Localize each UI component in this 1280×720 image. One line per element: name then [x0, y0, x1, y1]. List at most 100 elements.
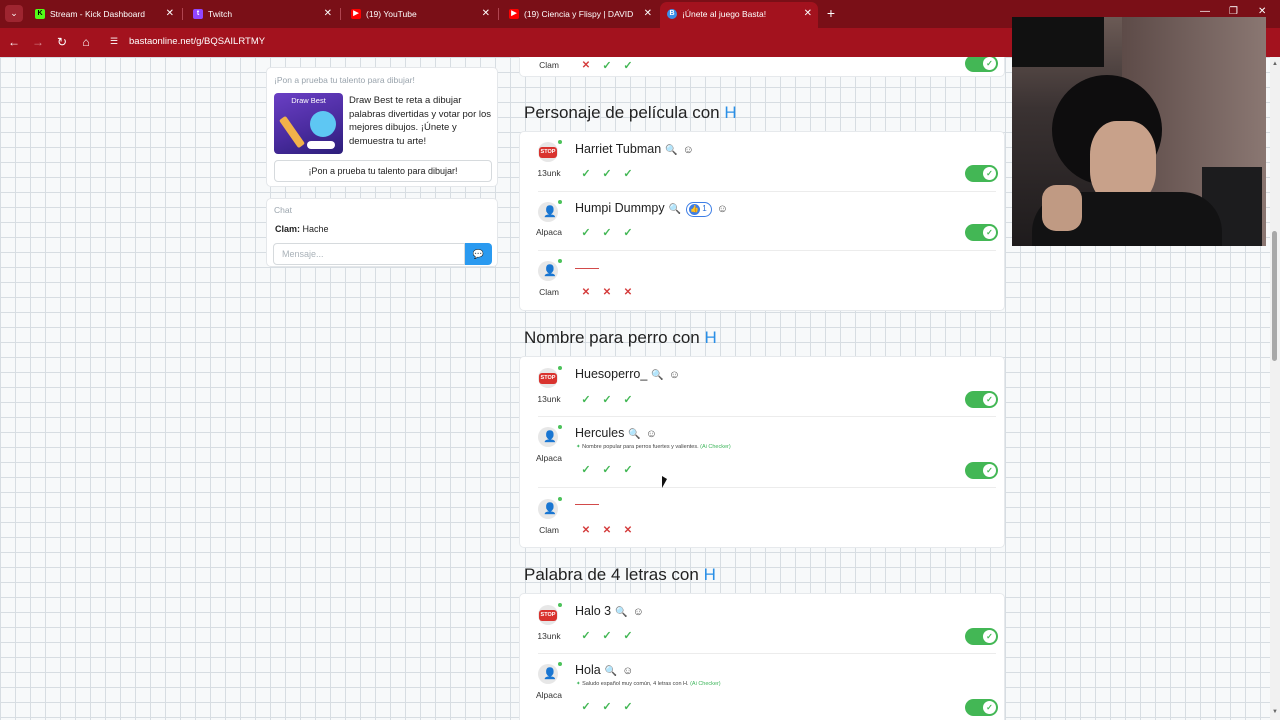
send-message-button[interactable]: 💬 — [465, 243, 492, 265]
valid-vote-icon[interactable]: ✓ — [601, 464, 613, 476]
search-icon[interactable]: 🔍 — [669, 204, 681, 215]
valid-vote-icon[interactable]: ✓ — [622, 394, 634, 406]
smiley-icon[interactable]: ☺ — [683, 144, 694, 156]
close-icon[interactable]: ✕ — [166, 3, 174, 25]
valid-vote-icon[interactable]: ✓ — [601, 394, 613, 406]
scroll-down-icon[interactable]: ▼ — [1272, 709, 1278, 715]
draw-best-thumbnail[interactable]: Draw Best — [274, 93, 343, 154]
url-text: bastaonline.net/g/BQSAILRTMY — [129, 36, 266, 47]
tab-basta[interactable]: B ¡Únete al juego Basta! ✕ — [660, 2, 818, 28]
invalid-vote-icon[interactable]: ✕ — [580, 287, 592, 299]
smiley-icon[interactable]: ☺ — [717, 203, 728, 215]
reload-icon[interactable]: ↻ — [54, 34, 70, 50]
search-icon[interactable]: 🔍 — [628, 429, 640, 440]
valid-vote-icon[interactable]: ✓ — [622, 630, 634, 642]
valid-vote-icon[interactable]: ✓ — [622, 701, 634, 713]
valid-vote-icon[interactable]: ✓ — [580, 394, 592, 406]
answer-card: STOP 13unk Huesoperro_ 🔍 ☺ ✓ ✓ ✓ ✓ 👤 Alpac… — [519, 356, 1005, 548]
invalid-vote-icon[interactable]: ✕ — [580, 60, 592, 72]
chat-message-input[interactable]: Mensaje... — [273, 243, 465, 265]
invalid-vote-icon[interactable]: ✕ — [601, 525, 613, 537]
forward-icon[interactable]: → — [30, 34, 46, 50]
answer-row: 👤 Clam ✕ ✕ ✕ — [520, 251, 1006, 311]
close-icon[interactable]: ✕ — [644, 3, 652, 25]
smiley-icon[interactable]: ☺ — [633, 606, 644, 618]
scroll-up-icon[interactable]: ▲ — [1272, 61, 1278, 67]
chat-message: Clam: Hache — [275, 224, 329, 234]
category-letter: H — [724, 103, 737, 122]
scrollbar-thumb[interactable] — [1272, 231, 1277, 361]
valid-vote-icon[interactable]: ✓ — [580, 168, 592, 180]
close-icon[interactable]: ✕ — [482, 3, 490, 25]
valid-vote-icon[interactable]: ✓ — [622, 168, 634, 180]
invalid-vote-icon[interactable]: ✕ — [622, 525, 634, 537]
category-title: Personaje de película con H — [524, 103, 737, 123]
player-name: Alpaca — [536, 690, 562, 700]
brush-icon — [278, 115, 306, 149]
home-icon[interactable]: ⌂ — [78, 34, 94, 50]
invalid-vote-icon[interactable]: ✕ — [601, 287, 613, 299]
chat-message-user: Clam: — [275, 224, 301, 234]
smiley-icon[interactable]: ☺ — [646, 428, 657, 440]
close-icon[interactable]: ✕ — [324, 3, 332, 25]
tab-youtube-video[interactable]: ▶ (19) Ciencia y Flispy | DAVID SU ✕ — [502, 3, 658, 25]
tab-youtube[interactable]: ▶ (19) YouTube ✕ — [344, 3, 496, 25]
valid-vote-icon[interactable]: ✓ — [580, 227, 592, 239]
accept-toggle[interactable]: ✓ — [965, 224, 998, 241]
url-field[interactable]: ☰ bastaonline.net/g/BQSAILRTMY — [104, 32, 1004, 53]
new-tab-button[interactable]: + — [822, 4, 840, 22]
answer-card-previous: Clam ✕ ✓ ✓ ✓ — [519, 57, 1005, 77]
answer-row: STOP 13unk Harriet Tubman 🔍 ☺ ✓ ✓ ✓ ✓ — [520, 132, 1006, 192]
accept-toggle[interactable]: ✓ — [965, 57, 998, 72]
accept-toggle[interactable]: ✓ — [965, 699, 998, 716]
draw-best-button[interactable]: ¡Pon a prueba tu talento para dibujar! — [274, 160, 492, 182]
valid-vote-icon[interactable]: ✓ — [580, 464, 592, 476]
accept-toggle[interactable]: ✓ — [965, 165, 998, 182]
accept-toggle[interactable]: ✓ — [965, 391, 998, 408]
answer-word: Harriet Tubman 🔍 ☺ — [575, 142, 694, 156]
answer-text: Harriet Tubman — [575, 142, 662, 156]
valid-vote-icon[interactable]: ✓ — [601, 60, 613, 72]
category-title: Palabra de 4 letras con H — [524, 565, 716, 585]
search-icon[interactable]: 🔍 — [605, 666, 617, 677]
valid-vote-icon[interactable]: ✓ — [622, 227, 634, 239]
valid-vote-icon[interactable]: ✓ — [601, 701, 613, 713]
restore-icon[interactable]: ❐ — [1229, 6, 1238, 17]
valid-vote-icon[interactable]: ✓ — [601, 168, 613, 180]
thumbnail-label: Draw Best — [291, 96, 326, 105]
accept-toggle[interactable]: ✓ — [965, 628, 998, 645]
tab-twitch[interactable]: t Twitch ✕ — [186, 3, 338, 25]
search-icon[interactable]: 🔍 — [665, 145, 677, 156]
valid-vote-icon[interactable]: ✓ — [601, 630, 613, 642]
invalid-vote-icon[interactable]: ✕ — [622, 287, 634, 299]
valid-vote-icon[interactable]: ✓ — [580, 630, 592, 642]
page-scrollbar[interactable]: ▲ ▼ — [1270, 57, 1280, 720]
answer-text: Hercules — [575, 426, 625, 440]
invalid-vote-icon[interactable]: ✕ — [580, 525, 592, 537]
tab-title: (19) Ciencia y Flispy | DAVID SU — [524, 9, 636, 19]
like-badge[interactable]: 👍 1 — [686, 202, 712, 217]
tab-kick[interactable]: K Stream - Kick Dashboard ✕ — [28, 3, 180, 25]
site-info-icon[interactable]: ☰ — [110, 36, 118, 47]
close-icon[interactable]: ✕ — [804, 2, 812, 26]
ai-note-text: Saludo español muy común, 4 letras con H… — [582, 681, 689, 687]
smiley-icon[interactable]: ☺ — [622, 665, 633, 677]
ai-checker-label: (Ai Checker) — [700, 444, 731, 450]
answer-row: 👤 Alpaca Humpi Dummpy 🔍 👍 1 ☺ ✓ ✓ ✓ ✓ — [520, 192, 1006, 251]
smiley-icon[interactable]: ☺ — [669, 369, 680, 381]
minimize-icon[interactable]: — — [1200, 6, 1210, 17]
search-icon[interactable]: 🔍 — [651, 370, 663, 381]
answer-row: STOP 13unk Halo 3 🔍 ☺ ✓ ✓ ✓ ✓ — [520, 594, 1006, 653]
tab-search-button[interactable]: ⌄ — [5, 5, 23, 22]
valid-vote-icon[interactable]: ✓ — [580, 701, 592, 713]
tab-title: ¡Únete al juego Basta! — [682, 9, 767, 19]
valid-vote-icon[interactable]: ✓ — [622, 60, 634, 72]
player-name: 13unk — [537, 168, 561, 178]
window-close-icon[interactable]: ✕ — [1258, 6, 1266, 17]
valid-vote-icon[interactable]: ✓ — [601, 227, 613, 239]
search-icon[interactable]: 🔍 — [615, 607, 627, 618]
valid-vote-icon[interactable]: ✓ — [622, 464, 634, 476]
accept-toggle[interactable]: ✓ — [965, 462, 998, 479]
sparkle-icon: ✦ — [576, 681, 581, 687]
back-icon[interactable]: ← — [6, 34, 22, 50]
